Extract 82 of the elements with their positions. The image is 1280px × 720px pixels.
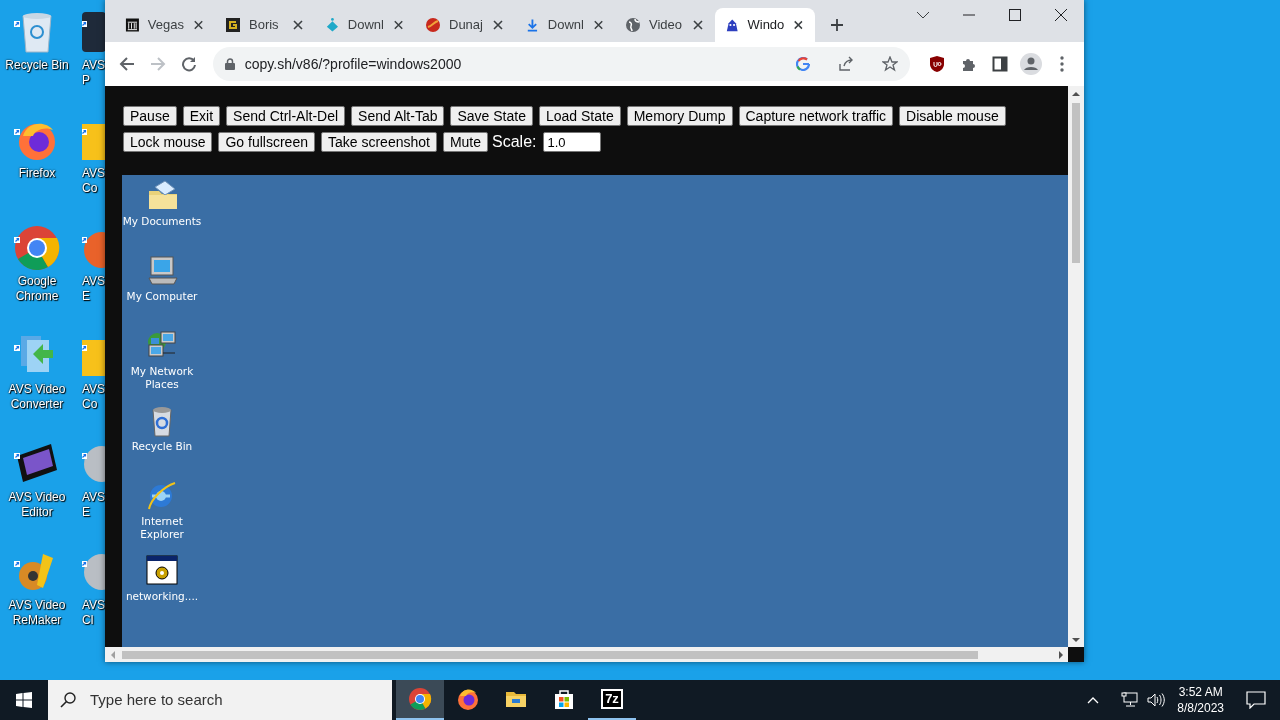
scale-field[interactable]: 1.0 [542, 132, 601, 152]
browser-tab[interactable]: Boris [215, 8, 315, 42]
maximize-icon[interactable] [1009, 9, 1021, 21]
avatar-icon[interactable] [1020, 53, 1043, 75]
chevron-down-icon[interactable] [916, 11, 930, 19]
lock-icon [224, 58, 235, 70]
reload-icon[interactable] [181, 56, 198, 72]
icon-label[interactable]: Recycle Bin [131, 440, 193, 453]
emulator-button[interactable]: Exit [182, 106, 221, 126]
chrome-icon [408, 687, 432, 711]
horizontal-scrollbar[interactable] [105, 647, 1068, 662]
volume-icon[interactable] [1147, 692, 1166, 708]
share-icon[interactable] [837, 56, 854, 72]
globe-icon [625, 17, 641, 33]
emulator-button[interactable]: Send Ctrl-Alt-Del [226, 106, 346, 126]
ball-icon [425, 17, 441, 33]
download-icon [525, 17, 540, 33]
close-icon[interactable] [691, 18, 705, 32]
emulator-button[interactable]: Save State [450, 106, 533, 126]
firefox-icon [456, 687, 480, 711]
scale-label: Scale: [492, 132, 537, 152]
scroll-right-icon[interactable] [1058, 650, 1064, 659]
network-icon[interactable] [1121, 692, 1140, 708]
emulator-button[interactable]: Load State [538, 106, 621, 126]
icon-label[interactable]: My Network Places [122, 365, 202, 391]
vertical-scrollbar[interactable] [1068, 86, 1084, 647]
taskbar-app-button[interactable]: 7z [588, 680, 636, 720]
star-icon[interactable] [881, 56, 898, 72]
scroll-up-icon[interactable] [1072, 91, 1080, 97]
clock-date: 8/8/2023 [1177, 700, 1224, 716]
emulator-button[interactable]: Take screenshot [320, 132, 437, 152]
icon-label[interactable]: Internet Explorer [122, 515, 202, 541]
chevron-up-icon[interactable] [1087, 696, 1100, 704]
emulator-button[interactable]: Send Alt-Tab [351, 106, 445, 126]
back-icon[interactable] [118, 56, 135, 72]
emulator-button[interactable]: Lock mouse [123, 132, 213, 152]
columns-icon [125, 17, 140, 33]
search-field[interactable]: Type here to search [48, 680, 392, 720]
windows-start-icon[interactable] [16, 692, 32, 708]
emulator-button[interactable]: Capture network traffic [738, 106, 894, 126]
google-icon[interactable] [795, 57, 810, 71]
diamond-icon [325, 17, 340, 33]
icon-label[interactable]: My Computer [126, 290, 198, 303]
shield-icon[interactable] [929, 55, 946, 73]
search-input[interactable]: Type here to search [88, 687, 368, 713]
puzzle-icon[interactable] [960, 56, 977, 72]
scroll-down-icon[interactable] [1072, 637, 1080, 643]
close-icon[interactable] [1055, 9, 1067, 21]
scrollbar-thumb[interactable] [122, 650, 978, 659]
browser-tab[interactable]: Vegas [115, 8, 215, 42]
search-icon [60, 692, 76, 708]
emulator-button[interactable]: Mute [442, 132, 489, 152]
browser-tab[interactable]: Downl [515, 8, 615, 42]
chrome-icon[interactable] [13, 224, 61, 272]
browser-tab[interactable]: Video [615, 8, 715, 42]
creature-icon [725, 17, 740, 33]
close-icon[interactable] [592, 18, 605, 32]
icon-label[interactable]: My Documents [122, 215, 202, 228]
side-panel-icon[interactable] [991, 56, 1008, 72]
browser-tab[interactable]: Dunaj [415, 8, 515, 42]
emulator-button[interactable]: Disable mouse [899, 106, 1006, 126]
browser-tab[interactable]: Windo [715, 8, 815, 42]
close-icon[interactable] [192, 18, 205, 32]
close-icon[interactable] [491, 18, 505, 32]
setup-window-icon[interactable] [145, 554, 179, 588]
square-icon [225, 17, 241, 33]
browser-tab[interactable]: Downl [315, 8, 415, 42]
emulator-button[interactable]: Memory Dump [626, 106, 733, 126]
emulator-button[interactable]: Pause [123, 106, 177, 126]
close-icon[interactable] [291, 18, 305, 32]
close-icon[interactable] [392, 18, 405, 32]
clock-time: 3:52 AM [1177, 684, 1224, 700]
new-tab-icon[interactable] [830, 18, 844, 32]
scrollbar-thumb[interactable] [1072, 103, 1080, 263]
emulator-button[interactable]: Go fullscreen [218, 132, 315, 152]
computer-icon[interactable] [145, 254, 179, 288]
menu-icon[interactable] [1060, 56, 1065, 72]
notification-icon[interactable] [1246, 691, 1266, 709]
icon-label[interactable]: networking.... [125, 590, 199, 603]
shopping-bag-icon [552, 687, 576, 711]
address-bar[interactable]: copy.sh/v86/?profile=windows2000 [212, 47, 910, 81]
close-icon[interactable] [792, 18, 805, 32]
